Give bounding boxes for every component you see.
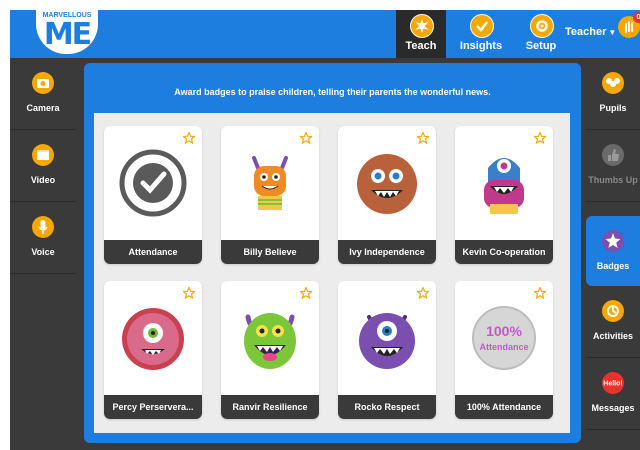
badge-card-billy-believe[interactable]: Billy Believe [221, 126, 319, 264]
badge-card-ivy-independence[interactable]: Ivy Independence [338, 126, 436, 264]
nav-setup-label: Setup [525, 40, 557, 52]
notification-count: 0 [633, 12, 640, 23]
messages-label: Messages [591, 403, 635, 413]
pupils-icon [602, 72, 624, 94]
badge-name: Billy Believe [221, 240, 319, 264]
attendance-badge-image [119, 149, 187, 217]
thumbs-up-tool[interactable]: Thumbs Up [586, 130, 640, 200]
badges-label: Badges [596, 261, 630, 271]
svg-text:Attendance: Attendance [479, 342, 528, 352]
activities-label: Activities [592, 331, 634, 341]
voice-tool[interactable]: Voice [10, 202, 76, 272]
star-icon [417, 132, 429, 144]
nav-insights-button[interactable]: Insights [456, 10, 506, 58]
badge-name: Kevin Co-operation [455, 240, 553, 264]
100-attendance-badge-image: 100% Attendance [472, 306, 536, 370]
top-bar: MARVELLOUS ME Teach Insights Setup Teach… [10, 10, 640, 58]
star-icon [300, 132, 312, 144]
star-icon [300, 287, 312, 299]
ivy-monster-image [357, 154, 417, 214]
badge-name: 100% Attendance [455, 395, 553, 419]
teach-icon [410, 14, 434, 38]
video-label: Video [30, 175, 56, 185]
badge-name: Ivy Independence [338, 240, 436, 264]
badge-name: Ranvir Resilience [221, 395, 319, 419]
badge-card-percy-perseverance[interactable]: Percy Perservera... [104, 281, 202, 419]
badge-grid: Attendance Billy Believe Ivy Independenc… [94, 113, 570, 433]
svg-text:100%: 100% [486, 323, 522, 339]
badge-star-icon [602, 230, 624, 252]
badge-card-rocko-respect[interactable]: Rocko Respect [338, 281, 436, 419]
billy-monster-image [252, 156, 288, 210]
nav-setup-button[interactable]: Setup [516, 10, 566, 58]
kevin-monster-image [484, 158, 524, 214]
divider [10, 273, 76, 274]
messages-hello-text: Hello! [603, 381, 622, 388]
nav-insights-label: Insights [459, 40, 503, 52]
logo-big-text: ME [43, 17, 92, 52]
pupils-tool[interactable]: Pupils [586, 58, 640, 128]
checkmark-icon [470, 14, 494, 38]
gear-icon [530, 14, 554, 38]
star-icon [417, 287, 429, 299]
badges-intro-text: Award badges to praise children, telling… [174, 87, 491, 97]
badge-card-attendance[interactable]: Attendance [104, 126, 202, 264]
badge-card-100-attendance[interactable]: 100% Attendance 100% Attendance [455, 281, 553, 419]
caret-down-icon: ▼ [608, 28, 617, 37]
star-icon [183, 287, 195, 299]
badges-panel: Award badges to praise children, telling… [84, 63, 581, 443]
messages-icon: Hello! [602, 372, 624, 394]
badge-name: Percy Perservera... [104, 395, 202, 419]
teacher-menu[interactable]: Teacher ▼ [565, 26, 616, 38]
percy-monster-image [122, 308, 184, 370]
teacher-label: Teacher [565, 26, 607, 38]
ranvir-monster-image [244, 313, 296, 369]
camera-tool[interactable]: Camera [10, 58, 76, 128]
badge-name: Rocko Respect [338, 395, 436, 419]
messages-tool[interactable]: Hello! Messages [586, 358, 640, 428]
notification-button[interactable]: 0 [618, 12, 640, 38]
star-icon [534, 132, 546, 144]
rocko-monster-image [359, 313, 415, 369]
pupils-label: Pupils [599, 103, 627, 113]
camera-icon [32, 72, 54, 94]
thumbs-up-label: Thumbs Up [588, 175, 638, 185]
marvellous-me-logo[interactable]: MARVELLOUS ME [36, 10, 98, 54]
star-icon [183, 132, 195, 144]
microphone-icon [32, 216, 54, 238]
voice-label: Voice [31, 247, 55, 257]
badges-tool[interactable]: Badges [586, 216, 640, 286]
divider [586, 429, 640, 430]
badge-card-kevin-co-operation[interactable]: Kevin Co-operation [455, 126, 553, 264]
nav-teach-label: Teach [405, 40, 437, 52]
video-icon [32, 144, 54, 166]
nav-teach-button[interactable]: Teach [396, 10, 446, 58]
activities-tool[interactable]: Activities [586, 286, 640, 356]
activities-icon [602, 300, 624, 322]
video-tool[interactable]: Video [10, 130, 76, 200]
thumbs-up-icon [602, 144, 624, 166]
camera-label: Camera [26, 103, 60, 113]
badge-name: Attendance [104, 240, 202, 264]
badge-card-ranvir-resilience[interactable]: Ranvir Resilience [221, 281, 319, 419]
divider [586, 201, 640, 202]
star-icon [534, 287, 546, 299]
app-window: MARVELLOUS ME Teach Insights Setup Teach… [10, 10, 640, 450]
